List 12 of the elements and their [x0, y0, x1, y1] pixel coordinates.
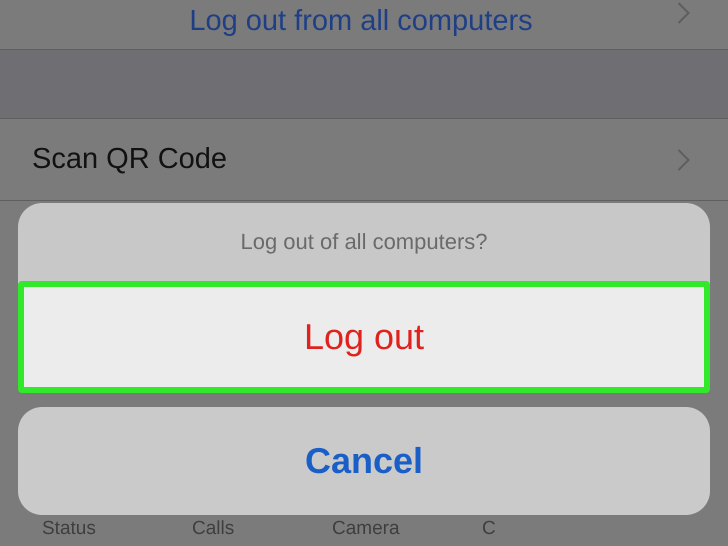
tab-label[interactable]: Camera: [332, 518, 482, 540]
log-out-button[interactable]: Log out: [18, 281, 710, 393]
row-label: Scan QR Code: [32, 143, 228, 176]
row-label: Log out from all computers: [189, 5, 533, 38]
settings-row[interactable]: Scan QR Code: [0, 119, 728, 201]
chevron-icon: [677, 2, 690, 24]
cancel-button[interactable]: Cancel: [18, 407, 710, 515]
sheet-title: Log out of all computers?: [240, 229, 488, 255]
tab-label[interactable]: Status: [42, 518, 192, 540]
tab-label[interactable]: Calls: [192, 518, 332, 540]
chevron-icon: [677, 148, 690, 170]
tab-label[interactable]: C: [482, 518, 632, 540]
